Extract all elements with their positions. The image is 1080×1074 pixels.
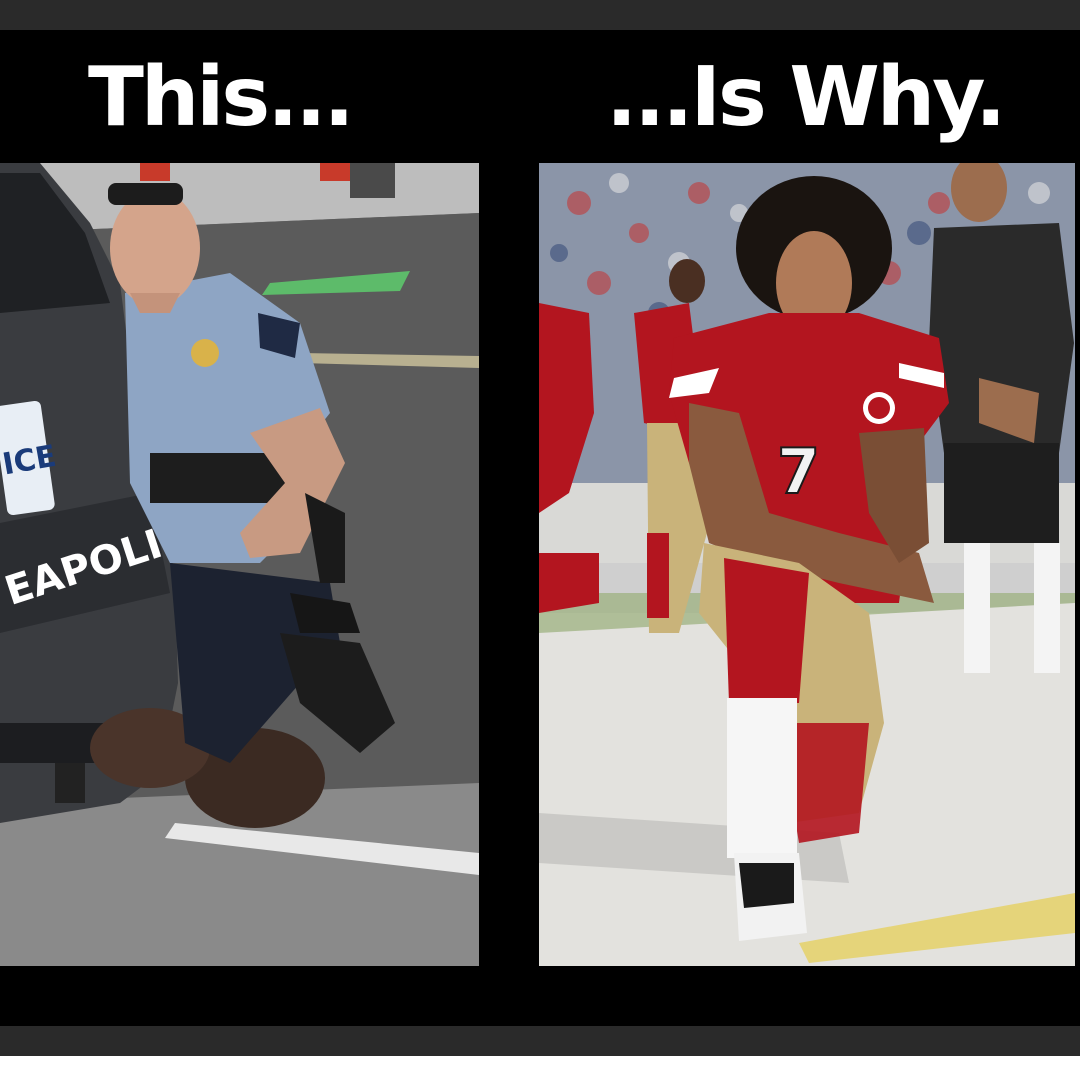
top-border [0,0,1080,30]
meme-image: This... ...Is Why. ICE EAPOLIS 7 [0,0,1080,1074]
right-caption: ...Is Why. [606,50,1006,145]
right-photo: 7 [539,163,1075,966]
left-caption: This... [88,50,355,145]
left-photo-illustration: ICE EAPOLIS [0,163,479,966]
right-photo-illustration: 7 [539,163,1075,966]
bottom-border [0,1026,1080,1056]
bottom-margin [0,1056,1080,1074]
left-photo: ICE EAPOLIS [0,163,479,966]
jersey-number: 7 [777,435,820,508]
